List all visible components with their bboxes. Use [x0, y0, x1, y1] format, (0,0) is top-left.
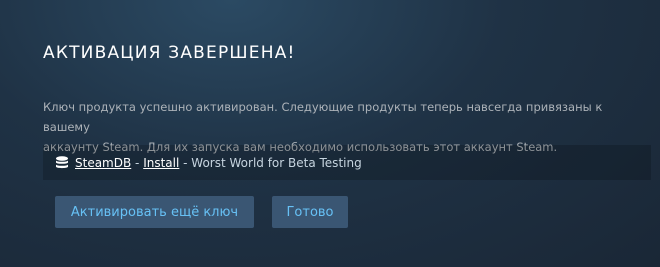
message-line-1: Ключ продукта успешно активирован. Следу…: [43, 100, 603, 134]
separator: -: [131, 155, 144, 170]
activate-another-key-button[interactable]: Активировать ещё ключ: [55, 196, 254, 228]
product-list-item: SteamDB - Install - Worst World for Beta…: [43, 145, 651, 180]
install-link[interactable]: Install: [143, 156, 179, 170]
done-button[interactable]: Готово: [272, 196, 348, 228]
dialog-title: АКТИВАЦИЯ ЗАВЕРШЕНА!: [43, 43, 296, 63]
product-name: Worst World for Beta Testing: [191, 155, 362, 170]
steamdb-link[interactable]: SteamDB: [75, 156, 131, 170]
steamdb-icon: [56, 155, 68, 168]
activation-dialog: АКТИВАЦИЯ ЗАВЕРШЕНА! Ключ продукта успеш…: [0, 0, 660, 267]
separator: -: [179, 155, 192, 170]
